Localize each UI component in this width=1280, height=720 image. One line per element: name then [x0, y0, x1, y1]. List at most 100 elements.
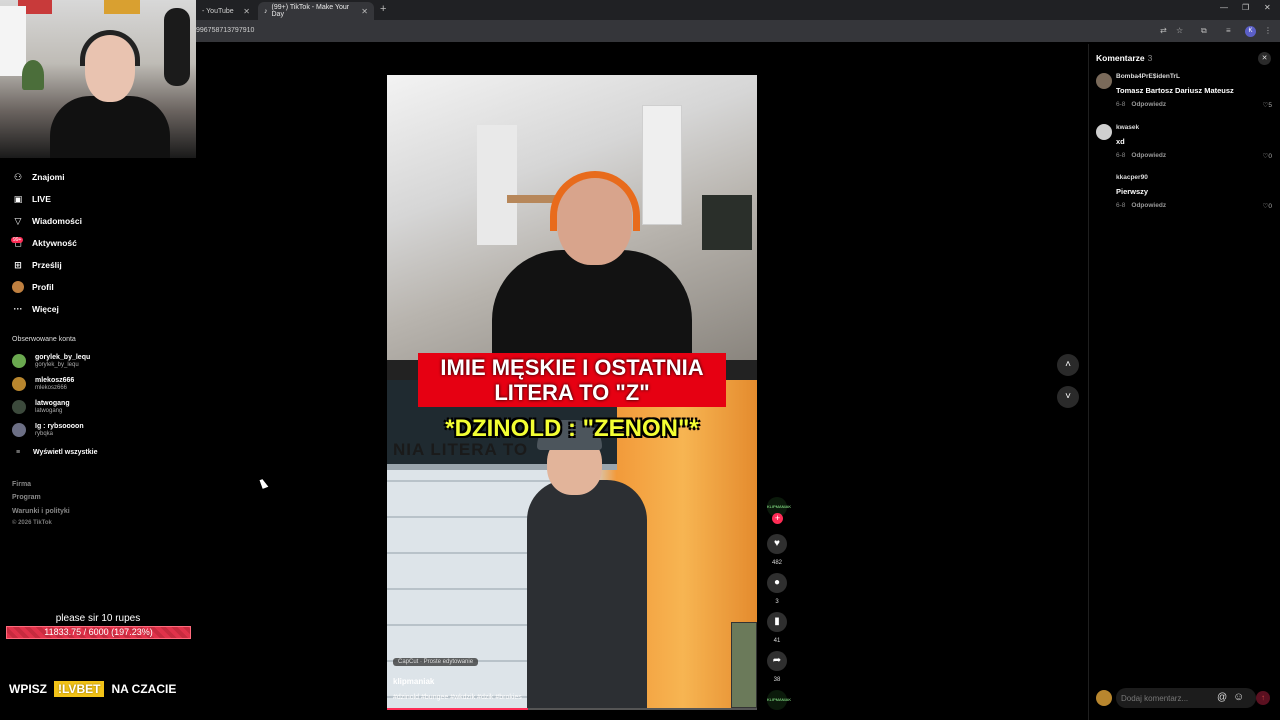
avatar — [12, 400, 26, 414]
comment-meta: 6-8 Odpowiedz — [1116, 101, 1166, 108]
sidebar-item-live[interactable]: ▣ LIVE — [12, 191, 51, 207]
promo-banner: WPISZ !LVBET NA CZACIE — [9, 681, 176, 697]
window-close-icon[interactable]: ✕ — [1264, 3, 1271, 12]
comment-like-count: 5 — [1268, 102, 1272, 109]
video-author[interactable]: klipmaniak — [393, 677, 434, 686]
comments-count: 3 — [1147, 53, 1153, 63]
save-count: 41 — [773, 638, 781, 644]
video-caption-red: IMIE MĘSKIE I OSTATNIA LITERA TO "Z" — [418, 353, 726, 407]
followed-account[interactable]: mlekosz666 mlekosz666 — [12, 374, 74, 394]
close-comments-button[interactable]: ✕ — [1258, 52, 1271, 65]
comment-text: Pierwszy — [1116, 187, 1149, 196]
restore-icon[interactable]: ❐ — [1242, 3, 1249, 12]
avatar[interactable] — [1096, 174, 1112, 190]
footer-link-program[interactable]: Program — [12, 494, 41, 501]
boy-body — [527, 480, 647, 710]
more-icon: ··· — [13, 304, 23, 314]
sidebar-item-more[interactable]: ··· Więcej — [12, 301, 59, 317]
comment-user[interactable]: Bomba4PrE$idenTrL — [1116, 73, 1180, 80]
minimize-icon[interactable]: — — [1220, 3, 1228, 12]
comment-button[interactable]: ● — [767, 573, 787, 593]
comment-like-button[interactable]: ♡0 — [1263, 152, 1272, 160]
avatar[interactable] — [1096, 73, 1112, 89]
avatar[interactable] — [1096, 124, 1112, 140]
follow-plus-button[interactable]: + — [772, 513, 783, 524]
chevron-down-icon: ˅ — [1065, 391, 1071, 402]
reply-button[interactable]: Odpowiedz — [1131, 152, 1166, 159]
reply-button[interactable]: Odpowiedz — [1131, 101, 1166, 108]
mention-icon[interactable]: @ — [1217, 692, 1227, 703]
comment-date: 6-8 — [1116, 101, 1126, 108]
sidebar-item-friends[interactable]: ⚇ Znajomi — [12, 169, 65, 185]
emoji-icon[interactable]: ☺ — [1233, 691, 1244, 703]
comment-user[interactable]: kkacper90 — [1116, 174, 1148, 181]
streamer-body — [50, 96, 170, 158]
close-icon[interactable]: ✕ — [243, 7, 250, 16]
comment-like-button[interactable]: ♡5 — [1263, 101, 1272, 109]
share-button[interactable]: ➦ — [767, 651, 787, 671]
chair — [702, 195, 752, 250]
comment-meta: 6-8 Odpowiedz — [1116, 202, 1166, 209]
new-tab-button[interactable]: + — [380, 3, 386, 15]
avatar — [12, 423, 26, 437]
promo-right: NA CZACIE — [111, 682, 177, 696]
followed-accounts-heading: Obserwowane konta — [12, 336, 76, 343]
messages-icon: ▽ — [14, 215, 22, 226]
media-icon[interactable]: ≡ — [1226, 26, 1231, 35]
room-window — [0, 6, 26, 76]
tab-tiktok[interactable]: ♪ (99+) TikTok - Make Your Day ✕ — [258, 2, 374, 20]
menu-icon[interactable]: ⋮ — [1264, 26, 1272, 35]
promo-code: !LVBET — [54, 681, 105, 697]
like-count: 482 — [771, 560, 782, 566]
footer-link-company[interactable]: Firma — [12, 481, 31, 488]
comment-user[interactable]: kwasek — [1116, 124, 1139, 131]
comments-title-label: Komentarze — [1096, 53, 1145, 63]
account-handle: mlekosz666 — [35, 384, 68, 391]
account-handle: gorylek_by_lequ — [35, 361, 79, 368]
translate-icon[interactable]: ⇄ — [1160, 26, 1167, 35]
music-disc-icon[interactable]: KLIPMANIAK — [767, 690, 791, 710]
orange-headphones — [550, 171, 640, 231]
reply-button[interactable]: Odpowiedz — [1131, 202, 1166, 209]
comment-like-count: 0 — [1268, 203, 1272, 210]
extensions-icon[interactable]: ⧉ — [1201, 26, 1207, 36]
sidebar-item-messages[interactable]: ▽ Wiadomości — [12, 213, 82, 229]
tab-label: - YouTube — [202, 7, 234, 15]
send-button[interactable]: ↑ — [1256, 691, 1270, 705]
sidebar-item-upload[interactable]: ⊞ Prześlij — [12, 257, 62, 273]
like-button[interactable]: ♥ — [767, 534, 787, 554]
bookmark-icon: ▮ — [774, 616, 780, 627]
previous-video-button[interactable]: ˄ — [1057, 354, 1079, 376]
close-icon[interactable]: ✕ — [361, 7, 368, 16]
sidebar-item-label: Profil — [32, 282, 54, 292]
sidebar-item-profile[interactable]: Profil — [12, 279, 54, 295]
followed-account[interactable]: Ig : rybsoooon rybqka — [12, 420, 84, 440]
capcut-tag[interactable]: CapCut · Proste edytowanie — [393, 658, 479, 666]
footer-link-terms[interactable]: Warunki i polityki — [12, 508, 70, 515]
comments-title: Komentarze 3 — [1096, 53, 1152, 63]
sidebar-item-label: Więcej — [32, 304, 59, 314]
donation-message: please sir 10 rupes — [55, 613, 141, 624]
mouse-cursor — [259, 478, 269, 489]
sidebar-item-label: Wiadomości — [32, 216, 82, 226]
sidebar-item-label: LIVE — [32, 194, 51, 204]
tab-youtube[interactable]: - YouTube ✕ — [196, 2, 256, 20]
video-progress-bar[interactable] — [387, 708, 757, 710]
tab-label: (99+) TikTok - Make Your Day — [271, 4, 350, 18]
url-text[interactable]: 996758713797910 — [196, 27, 254, 34]
show-all-button[interactable]: ≡ Wyświetl wszystkie — [12, 449, 98, 456]
video-hashtags[interactable]: #dzinold #bungee #wkdzik #dzik #brokies — [393, 694, 522, 701]
list-icon: ≡ — [15, 449, 21, 456]
account-name: mlekosz666 — [35, 376, 75, 384]
video-progress-fill — [387, 708, 528, 710]
followed-account[interactable]: gorylek_by_lequ gorylek_by_lequ — [12, 351, 90, 371]
followed-account[interactable]: latwogang latwogang — [12, 397, 70, 417]
tiktok-icon: ♪ — [264, 7, 268, 15]
comment-like-button[interactable]: ♡0 — [1263, 202, 1272, 210]
account-handle: latwogang — [35, 407, 63, 414]
account-avatar[interactable]: K — [1245, 26, 1256, 37]
star-icon[interactable]: ☆ — [1176, 26, 1183, 35]
sidebar-item-label: Aktywność — [32, 238, 77, 248]
next-video-button[interactable]: ˅ — [1057, 386, 1079, 408]
save-button[interactable]: ▮ — [767, 612, 787, 632]
